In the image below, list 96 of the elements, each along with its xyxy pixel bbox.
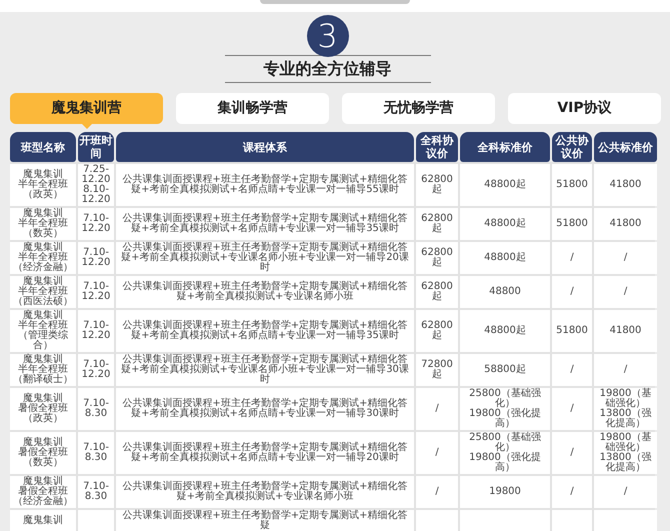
course-cell-text: 公共课集训面授课程+班主任考勤督学+定期专属测试+精细化答疑+考前全真模拟测试+专业课名师小班+专业课一对一辅导30课时 (120, 355, 410, 385)
price-cell-text: 13800（强化提高） (598, 453, 652, 473)
date-cell-text: 7.10-12.20 (80, 282, 112, 302)
price-cell: / (624, 287, 628, 297)
price-cell: 48800起 (484, 180, 526, 190)
price-cell-text: 62800起 (420, 248, 454, 268)
course-cell-text: 公共课集训面授课程+班主任考勤督学+定期专属测试+精细化答疑+考前全真模拟测试+名师点睛+专业课一对一辅导35课时 (121, 321, 409, 341)
date-cell-text: 7.10-12.20 (80, 360, 112, 380)
class-name-cell: 魔鬼集训 (23, 355, 63, 365)
class-name-cell: 魔鬼集训 (23, 438, 63, 448)
price-cell: 41800 (610, 219, 642, 229)
price-cell: / (624, 365, 628, 375)
price-cell-text: 25800（基础强化） (468, 389, 542, 409)
date-cell-text: 7.10-12.20 (80, 214, 112, 234)
price-cell: / (624, 487, 628, 497)
column-header: 全科标准价 (460, 132, 550, 162)
price-cell: 51800 (556, 219, 588, 229)
class-name-cell: 魔鬼集训 (23, 170, 63, 180)
class-name-cell: 魔鬼集训 (23, 243, 63, 253)
course-cell-text: 公共课集训面授课程+班主任考勤督学+定期专属测试+精细化答疑 (121, 511, 409, 531)
date-cell-text: 8.10-12.20 (80, 185, 112, 205)
class-name-cell: 魔鬼集训 (23, 394, 63, 404)
price-cell-text: 19800（强化提高） (468, 409, 542, 429)
class-name-cell: 魔鬼集训 (23, 516, 63, 526)
date-cell-text: 7.10-12.20 (80, 321, 112, 341)
price-cell-text: 62800起 (420, 214, 454, 234)
price-cell: / (435, 404, 439, 414)
price-cell-text: 72800起 (420, 360, 454, 380)
price-cell-text: 62800起 (420, 321, 454, 341)
tab[interactable]: 魔鬼集训营 (10, 93, 163, 124)
column-header: 全科协议价 (416, 132, 458, 162)
price-cell: 51800 (556, 180, 588, 190)
price-cell-text: 19800（强化提高） (468, 453, 542, 473)
price-cell: / (570, 253, 574, 263)
date-cell-text: 7.10-8.30 (82, 443, 110, 463)
price-cell: 48800起 (484, 326, 526, 336)
course-cell-text: 公共课集训面授课程+班主任考勤督学+定期专属测试+精细化答疑+考前全真模拟测试+专业课名师小班 (121, 282, 409, 302)
column-header: 公共协议价 (552, 132, 592, 162)
tab[interactable]: VIP协议 (508, 93, 661, 124)
price-cell: 48800起 (484, 219, 526, 229)
column-header: 开班时间 (78, 132, 114, 162)
class-name-cell-text: 半年全程班（政英） (17, 180, 69, 200)
empty-cell (78, 510, 114, 531)
column-header: 课程体系 (116, 132, 414, 162)
course-cell-text: 公共课集训面授课程+班主任考勤督学+定期专属测试+精细化答疑+考前全真模拟测试+名师点睛+专业课一对一辅导55课时 (121, 175, 409, 195)
price-cell-text: 19800（基础强化） (598, 389, 652, 409)
empty-cell (416, 510, 458, 531)
class-name-cell-text: 暑假全程班（数英） (17, 448, 69, 468)
price-cell-text: 25800（基础强化） (468, 433, 542, 453)
price-cell: 19800 (489, 487, 521, 497)
tab[interactable]: 集训畅学营 (176, 93, 329, 124)
price-cell: / (570, 404, 574, 414)
price-cell: / (435, 487, 439, 497)
course-cell-text: 公共课集训面授课程+班主任考勤督学+定期专属测试+精细化答疑+考前全真模拟测试+专业课名师小班 (121, 482, 409, 502)
empty-cell (594, 510, 657, 531)
course-cell-text: 公共课集训面授课程+班主任考勤督学+定期专属测试+精细化答疑+考前全真模拟测试+名师点睛+专业课一对一辅导30课时 (121, 399, 409, 419)
class-name-cell: 魔鬼集训 (23, 209, 63, 219)
price-cell-text: 13800（强化提高） (598, 409, 652, 429)
date-cell-text: 7.10-8.30 (82, 482, 110, 502)
date-cell-text: 7.10-12.20 (80, 248, 112, 268)
column-header: 班型名称 (10, 132, 76, 162)
price-cell: / (570, 487, 574, 497)
price-cell: 48800起 (484, 253, 526, 263)
price-cell: 58800起 (484, 365, 526, 375)
step-number-badge: 3 (306, 15, 348, 57)
price-cell: / (570, 287, 574, 297)
price-cell-text: 62800起 (420, 175, 454, 195)
course-cell-text: 公共课集训面授课程+班主任考勤督学+定期专属测试+精细化答疑+考前全真模拟测试+名师点睛+专业课一对一辅导35课时 (121, 214, 409, 234)
column-header: 公共标准价 (594, 132, 657, 162)
class-name-cell: 魔鬼集训 (23, 311, 63, 321)
course-cell-text: 公共课集训面授课程+班主任考勤督学+定期专属测试+精细化答疑+考前全真模拟测试+专业课名师小班+专业课一对一辅导20课时 (120, 243, 410, 273)
price-cell: 48800 (489, 287, 521, 297)
class-name-cell-text: 半年全程班（管理类综合） (17, 321, 69, 351)
price-cell: / (435, 448, 439, 458)
price-cell: / (624, 253, 628, 263)
class-name-cell-text: 半年全程班（翻译硕士） (12, 365, 74, 385)
section-title: 专业的全方位辅导 (264, 58, 392, 80)
price-cell: / (570, 448, 574, 458)
date-cell-text: 7.25-12.20 (80, 165, 112, 185)
class-name-cell-text: 暑假全程班（经济金融） (12, 487, 74, 507)
price-cell: 41800 (610, 180, 642, 190)
price-cell: 41800 (610, 326, 642, 336)
price-cell: 51800 (556, 326, 588, 336)
date-cell-text: 7.10-8.30 (82, 399, 110, 419)
class-name-cell-text: 半年全程班（经济金融） (12, 253, 74, 273)
price-cell-text: 19800（基础强化） (598, 433, 652, 453)
class-name-cell: 魔鬼集训 (23, 277, 63, 287)
empty-cell (552, 510, 592, 531)
class-name-cell-text: 半年全程班（西医法硕） (12, 287, 74, 307)
course-cell-text: 公共课集训面授课程+班主任考勤督学+定期专属测试+精细化答疑+考前全真模拟测试+名师点睛+专业课一对一辅导20课时 (121, 443, 409, 463)
class-name-cell-text: 暑假全程班（政英） (17, 404, 69, 424)
class-name-cell: 魔鬼集训 (23, 477, 63, 487)
class-name-cell-text: 半年全程班（数英） (17, 219, 69, 239)
tab[interactable]: 无忧畅学营 (342, 93, 495, 124)
price-cell-text: 62800起 (420, 282, 454, 302)
price-cell: / (570, 365, 574, 375)
